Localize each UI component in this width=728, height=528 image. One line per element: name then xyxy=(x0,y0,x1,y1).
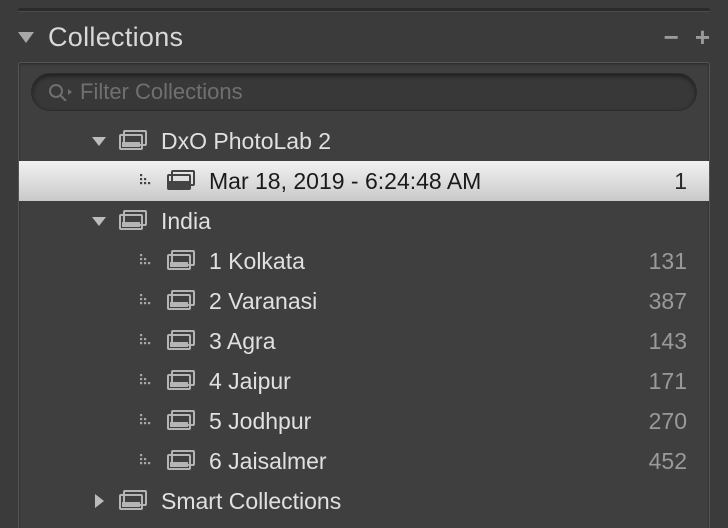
collections-tree: DxO PhotoLab 2Mar 18, 2019 - 6:24:48 AM1… xyxy=(19,121,709,521)
collection-marker-icon xyxy=(139,413,155,429)
collection-row[interactable]: 6 Jaisalmer452 xyxy=(19,441,709,481)
row-label: 2 Varanasi xyxy=(209,288,649,315)
row-count: 131 xyxy=(649,248,687,275)
row-count: 171 xyxy=(649,368,687,395)
panel-body: Filter Collections DxO PhotoLab 2 Mar 18,… xyxy=(18,62,710,528)
row-count: 452 xyxy=(649,448,687,475)
filter-placeholder: Filter Collections xyxy=(80,79,243,105)
collection-row[interactable]: 2 Varanasi387 xyxy=(19,281,709,321)
collection-set-icon xyxy=(119,210,147,232)
panel-minimize-button[interactable]: − xyxy=(664,24,679,50)
row-label: 3 Agra xyxy=(209,328,649,355)
search-icon xyxy=(48,83,72,101)
collection-marker-icon xyxy=(139,453,155,469)
collection-row[interactable]: 1 Kolkata131 xyxy=(19,241,709,281)
chevron-down-icon[interactable] xyxy=(91,133,107,149)
panel-title: Collections xyxy=(48,22,648,53)
collection-set-icon xyxy=(119,130,147,152)
collection-set-row[interactable]: India xyxy=(19,201,709,241)
collection-marker-icon xyxy=(139,253,155,269)
collection-marker-icon xyxy=(139,293,155,309)
collection-row[interactable]: 3 Agra143 xyxy=(19,321,709,361)
row-count: 143 xyxy=(649,328,687,355)
row-label: 5 Jodhpur xyxy=(209,408,649,435)
collection-marker-icon xyxy=(139,173,155,189)
collection-set-icon xyxy=(167,290,195,312)
panel-disclosure-icon[interactable] xyxy=(18,32,34,43)
row-label: 4 Jaipur xyxy=(209,368,649,395)
collection-set-icon xyxy=(167,250,195,272)
row-label: 1 Kolkata xyxy=(209,248,649,275)
collection-row[interactable]: 4 Jaipur171 xyxy=(19,361,709,401)
collection-set-row[interactable]: Smart Collections xyxy=(19,481,709,521)
panel-divider xyxy=(18,8,710,12)
chevron-right-icon[interactable] xyxy=(91,493,107,509)
collections-panel: Collections − + Filter Collections DxO P… xyxy=(0,0,728,528)
row-label: Smart Collections xyxy=(161,488,687,515)
row-label: DxO PhotoLab 2 xyxy=(161,128,687,155)
collection-marker-icon xyxy=(139,373,155,389)
collection-row[interactable]: 5 Jodhpur270 xyxy=(19,401,709,441)
collection-set-icon xyxy=(167,450,195,472)
collection-set-icon xyxy=(167,330,195,352)
panel-add-button[interactable]: + xyxy=(695,24,710,50)
row-label: 6 Jaisalmer xyxy=(209,448,649,475)
row-count: 387 xyxy=(649,288,687,315)
filter-collections-input[interactable]: Filter Collections xyxy=(31,73,697,111)
row-count: 1 xyxy=(674,168,687,195)
panel-header: Collections − + xyxy=(0,18,728,56)
collection-marker-icon xyxy=(139,333,155,349)
collection-set-icon xyxy=(119,490,147,512)
row-label: India xyxy=(161,208,687,235)
collection-set-row[interactable]: DxO PhotoLab 2 xyxy=(19,121,709,161)
collection-row[interactable]: Mar 18, 2019 - 6:24:48 AM1 xyxy=(19,161,709,201)
collection-set-icon xyxy=(167,370,195,392)
chevron-down-icon[interactable] xyxy=(91,213,107,229)
collection-set-icon xyxy=(167,410,195,432)
row-label: Mar 18, 2019 - 6:24:48 AM xyxy=(209,168,674,195)
collection-set-icon xyxy=(167,170,195,192)
row-count: 270 xyxy=(649,408,687,435)
